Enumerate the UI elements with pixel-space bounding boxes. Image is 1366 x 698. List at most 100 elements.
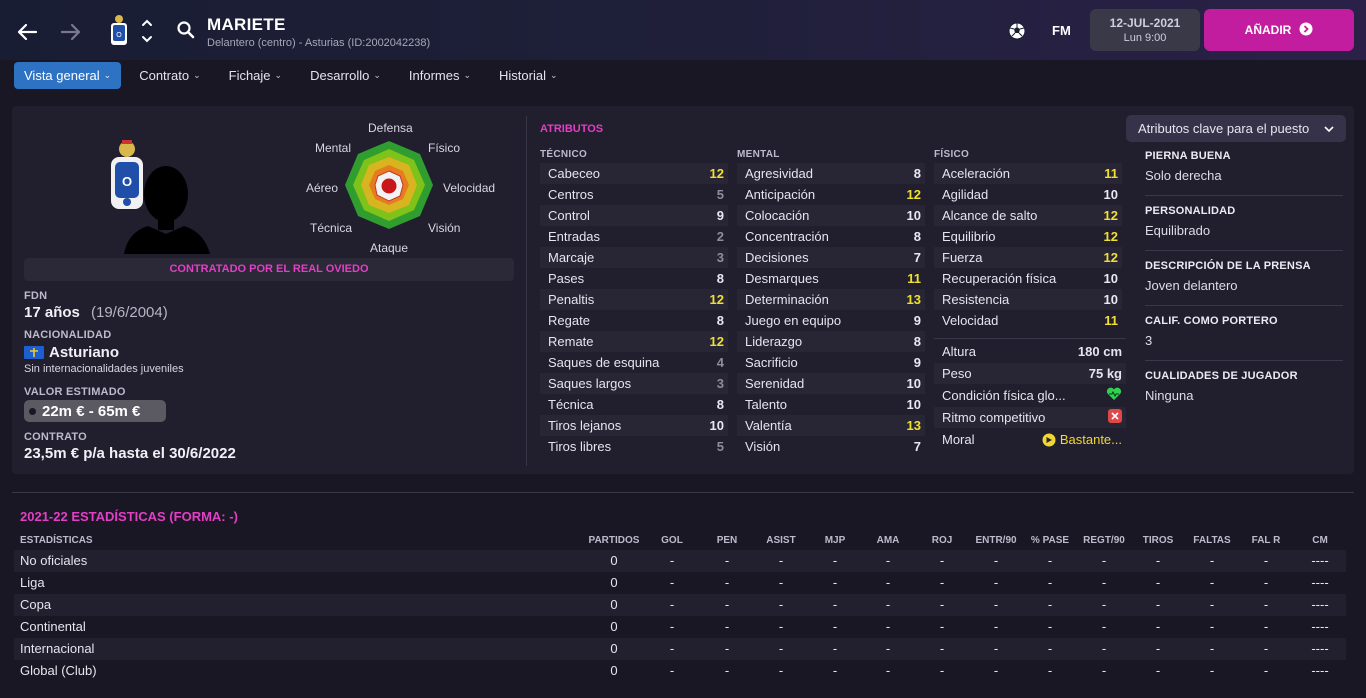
attribute-row[interactable]: Entradas 2	[540, 226, 728, 247]
attribute-row[interactable]: Fuerza 12	[934, 247, 1122, 268]
stats-row[interactable]: Global (Club) 0- - - - - - - - - - - - ----	[14, 660, 1346, 682]
player-switch-chevrons-icon[interactable]	[140, 16, 154, 46]
search-icon[interactable]	[176, 20, 196, 40]
player-silhouette-avatar	[124, 160, 210, 254]
attribute-row[interactable]: Desmarques 11	[737, 268, 925, 289]
stats-column-header[interactable]: PEN	[697, 535, 757, 546]
back-arrow-icon[interactable]	[12, 17, 42, 47]
stats-column-header[interactable]: GOL	[642, 535, 702, 546]
attribute-row[interactable]: Determinación 13	[737, 289, 925, 310]
attribute-row[interactable]: Remate 12	[540, 331, 728, 352]
tab-2[interactable]: Fichaje ⌄	[219, 62, 292, 89]
contract-value: 23,5m € p/a hasta el 30/6/2022	[24, 445, 236, 462]
value-badge[interactable]: 22m € - 65m €	[24, 400, 166, 422]
attribute-row[interactable]: Decisiones 7	[737, 247, 925, 268]
attribute-row[interactable]: Velocidad 11	[934, 310, 1122, 331]
stats-cell: ----	[1311, 553, 1329, 568]
stats-cell: -	[993, 575, 999, 590]
stats-column-header[interactable]: MJP	[805, 535, 865, 546]
attribute-row[interactable]: Cabeceo 12	[540, 163, 728, 184]
attribute-row[interactable]: Talento 10	[737, 394, 925, 415]
match-sharpness-row[interactable]: Ritmo competitivo	[934, 407, 1126, 428]
stats-column-header[interactable]: % PASE	[1020, 535, 1080, 546]
stats-cell: 0	[610, 597, 618, 612]
club-crest-icon[interactable]: O	[108, 14, 130, 48]
stats-row[interactable]: Liga 0- - - - - - - - - - - - ----	[14, 572, 1346, 594]
stats-cell: -	[778, 575, 784, 590]
ball-icon[interactable]	[1006, 20, 1028, 42]
stats-column-header[interactable]: ENTR/90	[966, 535, 1026, 546]
attribute-row[interactable]: Tiros lejanos 10	[540, 415, 728, 436]
tab-1[interactable]: Contrato ⌄	[129, 62, 210, 89]
attribute-row[interactable]: Sacrificio 9	[737, 352, 925, 373]
attribute-row[interactable]: Aceleración 11	[934, 163, 1122, 184]
attribute-row[interactable]: Regate 8	[540, 310, 728, 331]
attribute-row[interactable]: Alcance de salto 12	[934, 205, 1122, 226]
game-date-box[interactable]: 12-JUL-2021 Lun 9:00	[1090, 9, 1200, 51]
attribute-row[interactable]: Agilidad 10	[934, 184, 1122, 205]
attribute-row[interactable]: Tiros libres 5	[540, 436, 728, 457]
attribute-row[interactable]: Serenidad 10	[737, 373, 925, 394]
stats-column-header[interactable]: FALTAS	[1182, 535, 1242, 546]
attribute-value: 3	[716, 376, 724, 391]
stats-column-header[interactable]: ESTADÍSTICAS	[20, 535, 93, 546]
attribute-row[interactable]: Agresividad 8	[737, 163, 925, 184]
stats-row[interactable]: Copa 0- - - - - - - - - - - - ----	[14, 594, 1346, 616]
extras-divider	[934, 338, 1126, 339]
attribute-row[interactable]: Equilibrio 12	[934, 226, 1122, 247]
attribute-value: 10	[1103, 187, 1118, 202]
attribute-row[interactable]: Centros 5	[540, 184, 728, 205]
attribute-row[interactable]: Anticipación 12	[737, 184, 925, 205]
attribute-row[interactable]: Juego en equipo 9	[737, 310, 925, 331]
attribute-row[interactable]: Saques largos 3	[540, 373, 728, 394]
stats-row-name: Continental	[20, 619, 86, 634]
key-attributes-dropdown[interactable]: Atributos clave para el puesto	[1126, 115, 1346, 142]
tab-0[interactable]: Vista general ⌄	[14, 62, 122, 89]
forward-arrow-icon[interactable]	[56, 17, 86, 47]
attribute-row[interactable]: Pases 8	[540, 268, 728, 289]
stats-cell: -	[939, 553, 945, 568]
stats-cell: -	[1209, 597, 1215, 612]
tab-3[interactable]: Desarrollo ⌄	[300, 62, 391, 89]
stats-row[interactable]: No oficiales 0- - - - - - - - - - - - ----	[14, 550, 1346, 572]
attribute-row[interactable]: Técnica 8	[540, 394, 728, 415]
stats-column-header[interactable]: REGT/90	[1074, 535, 1134, 546]
attribute-value: 8	[913, 334, 921, 349]
attribute-row[interactable]: Concentración 8	[737, 226, 925, 247]
stats-column-header[interactable]: PARTIDOS	[584, 535, 644, 546]
attribute-row[interactable]: Saques de esquina 4	[540, 352, 728, 373]
asturias-flag-icon[interactable]	[24, 346, 44, 359]
add-button[interactable]: AÑADIR	[1204, 9, 1354, 51]
attribute-row[interactable]: Valentía 13	[737, 415, 925, 436]
morale-row[interactable]: Moral Bastante...	[934, 429, 1126, 450]
attribute-row[interactable]: Control 9	[540, 205, 728, 226]
attribute-row[interactable]: Colocación 10	[737, 205, 925, 226]
attribute-row[interactable]: Penaltis 12	[540, 289, 728, 310]
tab-5[interactable]: Historial ⌄	[489, 62, 568, 89]
stats-row[interactable]: Continental 0- - - - - - - - - - - - ----	[14, 616, 1346, 638]
nationality-value[interactable]: Asturiano	[49, 344, 119, 361]
attribute-row[interactable]: Recuperación física 10	[934, 268, 1122, 289]
stats-cell: -	[885, 663, 891, 678]
match-sharpness-icon	[1108, 409, 1122, 426]
stats-column-header[interactable]: CM	[1290, 535, 1350, 546]
stats-row[interactable]: Internacional 0- - - - - - - - - - - - ----	[14, 638, 1346, 660]
fm-logo[interactable]: FM	[1052, 23, 1071, 38]
attribute-row[interactable]: Liderazgo 8	[737, 331, 925, 352]
side-info-value: 3	[1145, 333, 1153, 348]
stats-column-header[interactable]: ROJ	[912, 535, 972, 546]
stats-column-header[interactable]: TIROS	[1128, 535, 1188, 546]
stats-column-header[interactable]: FAL R	[1236, 535, 1296, 546]
stats-column-header[interactable]: AMA	[858, 535, 918, 546]
attribute-value: 9	[716, 208, 724, 223]
side-info-separator	[1145, 360, 1343, 361]
tab-4[interactable]: Informes ⌄	[399, 62, 481, 89]
tab-label: Informes	[408, 68, 460, 83]
condition-row[interactable]: Condición física glo...	[934, 385, 1126, 406]
attribute-row[interactable]: Visión 7	[737, 436, 925, 457]
attribute-row[interactable]: Resistencia 10	[934, 289, 1122, 310]
stats-column-header[interactable]: ASIST	[751, 535, 811, 546]
attribute-row[interactable]: Marcaje 3	[540, 247, 728, 268]
stats-cell: -	[939, 619, 945, 634]
stats-row-name: Liga	[20, 575, 45, 590]
